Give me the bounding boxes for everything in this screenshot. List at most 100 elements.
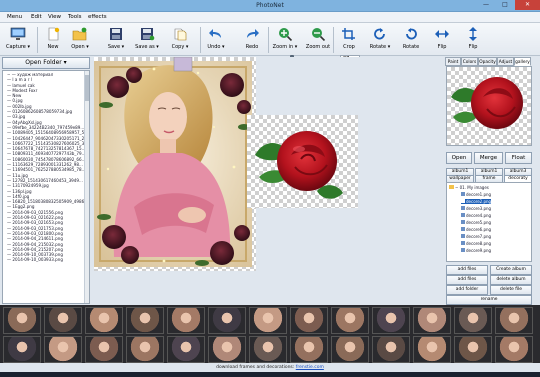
zoom-in-icon	[279, 28, 293, 41]
photo-thumbnail[interactable]	[495, 307, 533, 334]
save-icon	[110, 28, 122, 40]
open-folder-button[interactable]: Open Folder ▾	[2, 57, 90, 69]
photo-thumbnail[interactable]	[372, 307, 410, 334]
photo-thumbnail[interactable]	[290, 336, 328, 363]
album-file-item[interactable]: decore5.png	[461, 220, 491, 225]
image-file-icon	[461, 241, 465, 245]
maximize-button[interactable]: □	[496, 0, 514, 10]
photo-thumbnail[interactable]	[249, 336, 287, 363]
footer-link[interactable]: frenstie.com	[296, 365, 324, 370]
menu-view[interactable]: View	[48, 14, 61, 20]
photo-thumbnail[interactable]	[454, 307, 492, 334]
tab-colors[interactable]: Colors	[461, 57, 478, 66]
close-button[interactable]: ✕	[515, 0, 540, 10]
undo-label: Undo ▾	[207, 44, 225, 50]
photo-thumbnail[interactable]	[413, 307, 451, 334]
delete-album-button[interactable]: delete album	[490, 275, 532, 285]
image-file-icon	[461, 248, 465, 252]
photo-thumbnail[interactable]	[413, 336, 451, 363]
photo-thumbnail[interactable]	[331, 336, 369, 363]
album-file-item[interactable]: decore4.png	[461, 213, 491, 218]
red-rose-layer[interactable]	[247, 115, 358, 208]
album-file-item[interactable]: decore1.png	[461, 192, 491, 197]
album-file-item[interactable]: decore7.png	[461, 234, 491, 239]
file-tree-item[interactable]: — 10089405_15156408956958957_5...	[4, 130, 86, 135]
album-file-item-selected[interactable]: decore2.png	[461, 199, 492, 204]
photo-thumbnail[interactable]	[44, 307, 82, 334]
undo-button[interactable]: Undo ▾	[198, 25, 234, 55]
photo-thumbnail[interactable]	[208, 336, 246, 363]
open-button[interactable]: Open ▾	[62, 25, 98, 55]
photo-thumbnail[interactable]	[44, 336, 82, 363]
footer: download frames and decorations: frensti…	[0, 363, 540, 372]
image-canvas[interactable]	[92, 56, 442, 305]
tab-paint[interactable]: Paint	[445, 57, 461, 66]
menu-tools[interactable]: Tools	[68, 14, 82, 20]
photo-thumbnail[interactable]	[372, 336, 410, 363]
add-files-button[interactable]: add files	[446, 265, 488, 275]
photo-thumbnail[interactable]	[495, 336, 533, 363]
photo-thumbnail[interactable]	[331, 307, 369, 334]
zoom-in-button[interactable]: Zoom in ▾	[267, 25, 303, 55]
open-icon	[72, 27, 87, 41]
image-file-icon	[461, 192, 465, 196]
save-as-icon	[141, 28, 155, 41]
image-file-icon	[461, 234, 465, 238]
photo-thumbnail[interactable]	[85, 307, 123, 334]
photo-thumbnail[interactable]	[85, 336, 123, 363]
menu-menu[interactable]: Menu	[7, 14, 22, 20]
tab-adjust[interactable]: Adjust	[497, 57, 514, 66]
photo-thumbnail[interactable]	[208, 307, 246, 334]
file-list: − — худож материал — l a m a r l — lamuel …	[4, 72, 86, 263]
add-folder-button[interactable]: add folder	[446, 285, 488, 295]
album-file-label: decore4.png	[466, 213, 492, 218]
file-tree-scrollbar[interactable]	[84, 71, 89, 303]
open-button-gallery[interactable]: Open	[446, 152, 472, 164]
photo-thumbnail[interactable]	[167, 336, 205, 363]
flip-vertical-button[interactable]: Flip	[455, 25, 491, 55]
photo-thumbnail[interactable]	[290, 307, 328, 334]
title-bar: PhotoNet — □ ✕	[0, 0, 540, 12]
album-folder-my-images[interactable]: − 01. My images	[449, 185, 489, 190]
capture-button[interactable]: Capture ▾	[0, 25, 36, 55]
photo-thumbnail[interactable]	[3, 307, 41, 334]
file-tree-scroll-thumb[interactable]	[85, 75, 89, 101]
photo-thumbnail[interactable]	[3, 336, 41, 363]
album-file-item[interactable]: decore6.png	[461, 227, 491, 232]
tab-opacity[interactable]: Opacity	[478, 57, 497, 66]
flip-vertical-label: Flip	[468, 44, 478, 50]
red-rose-decoration-image	[255, 131, 343, 199]
portrait-frame-layer[interactable]	[94, 56, 256, 271]
merge-button[interactable]: Merge	[474, 152, 503, 164]
menu-edit[interactable]: Edit	[31, 14, 42, 20]
add-files-button-2[interactable]: add files	[446, 275, 488, 285]
album-file-item[interactable]: decore3.png	[461, 206, 491, 211]
create-album-button[interactable]: Create album	[490, 265, 532, 275]
photo-thumbnail[interactable]	[126, 336, 164, 363]
float-button[interactable]: Float	[505, 152, 532, 164]
copy-button[interactable]: Copy ▾	[162, 25, 198, 55]
photo-thumbnail[interactable]	[167, 307, 205, 334]
save-as-button[interactable]: Save as ▾	[129, 25, 165, 55]
redo-button[interactable]: Redo	[234, 25, 270, 55]
file-tree-item[interactable]: — 2014-09-10_003933.png	[4, 257, 86, 262]
image-file-icon	[461, 220, 465, 224]
photo-thumbnail[interactable]	[249, 307, 287, 334]
zoom-out-icon	[312, 28, 326, 41]
file-tree-item[interactable]: — 10809311_46934077297743b_79...	[4, 151, 86, 156]
photo-thumbnail[interactable]	[454, 336, 492, 363]
delete-file-button[interactable]: delete file	[490, 285, 532, 295]
photo-thumbnail[interactable]	[126, 307, 164, 334]
copy-icon	[174, 28, 187, 41]
file-tree-item[interactable]: — 11694501_762527880534985_78...	[4, 167, 86, 172]
album-file-item[interactable]: decore9.png	[461, 248, 491, 253]
album-file-label: decore3.png	[466, 206, 492, 211]
menu-effects[interactable]: effects	[88, 14, 107, 20]
save-as-label: Save as ▾	[135, 44, 159, 50]
rename-button[interactable]: rename	[446, 295, 532, 305]
minimize-button[interactable]: —	[477, 0, 495, 10]
album-file-item[interactable]: decore8.png	[461, 241, 491, 246]
rotate-right-icon	[406, 28, 417, 40]
tab-gallery[interactable]: gallery	[514, 57, 531, 66]
image-file-icon	[461, 213, 465, 217]
